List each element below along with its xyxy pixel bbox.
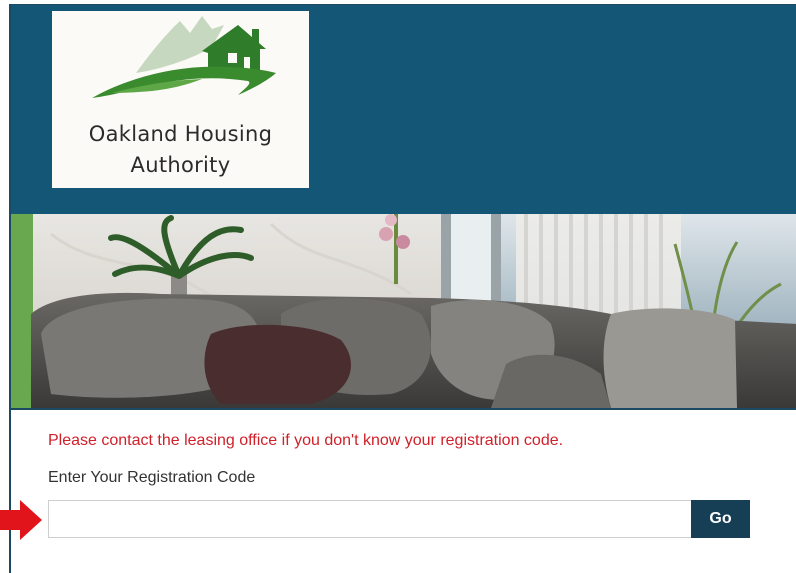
logo-wordmark: Oakland Housing Authority xyxy=(52,119,309,181)
registration-help-notice: Please contact the leasing office if you… xyxy=(48,432,564,449)
arrow-right-icon xyxy=(0,500,42,540)
logo-line-1: Oakland Housing xyxy=(88,122,273,146)
oha-logo[interactable]: Oakland Housing Authority xyxy=(52,11,309,188)
hero-divider xyxy=(11,408,796,410)
go-button[interactable]: Go xyxy=(691,500,750,538)
logo-line-2: Authority xyxy=(130,153,231,177)
header-band: Oakland Housing Authority xyxy=(11,5,796,214)
registration-code-label: Enter Your Registration Code xyxy=(48,469,256,486)
hero-banner-image xyxy=(11,214,796,408)
house-hill-logo-icon xyxy=(92,16,276,98)
registration-code-input[interactable] xyxy=(48,500,691,538)
page-frame: Oakland Housing Authority xyxy=(9,4,796,573)
